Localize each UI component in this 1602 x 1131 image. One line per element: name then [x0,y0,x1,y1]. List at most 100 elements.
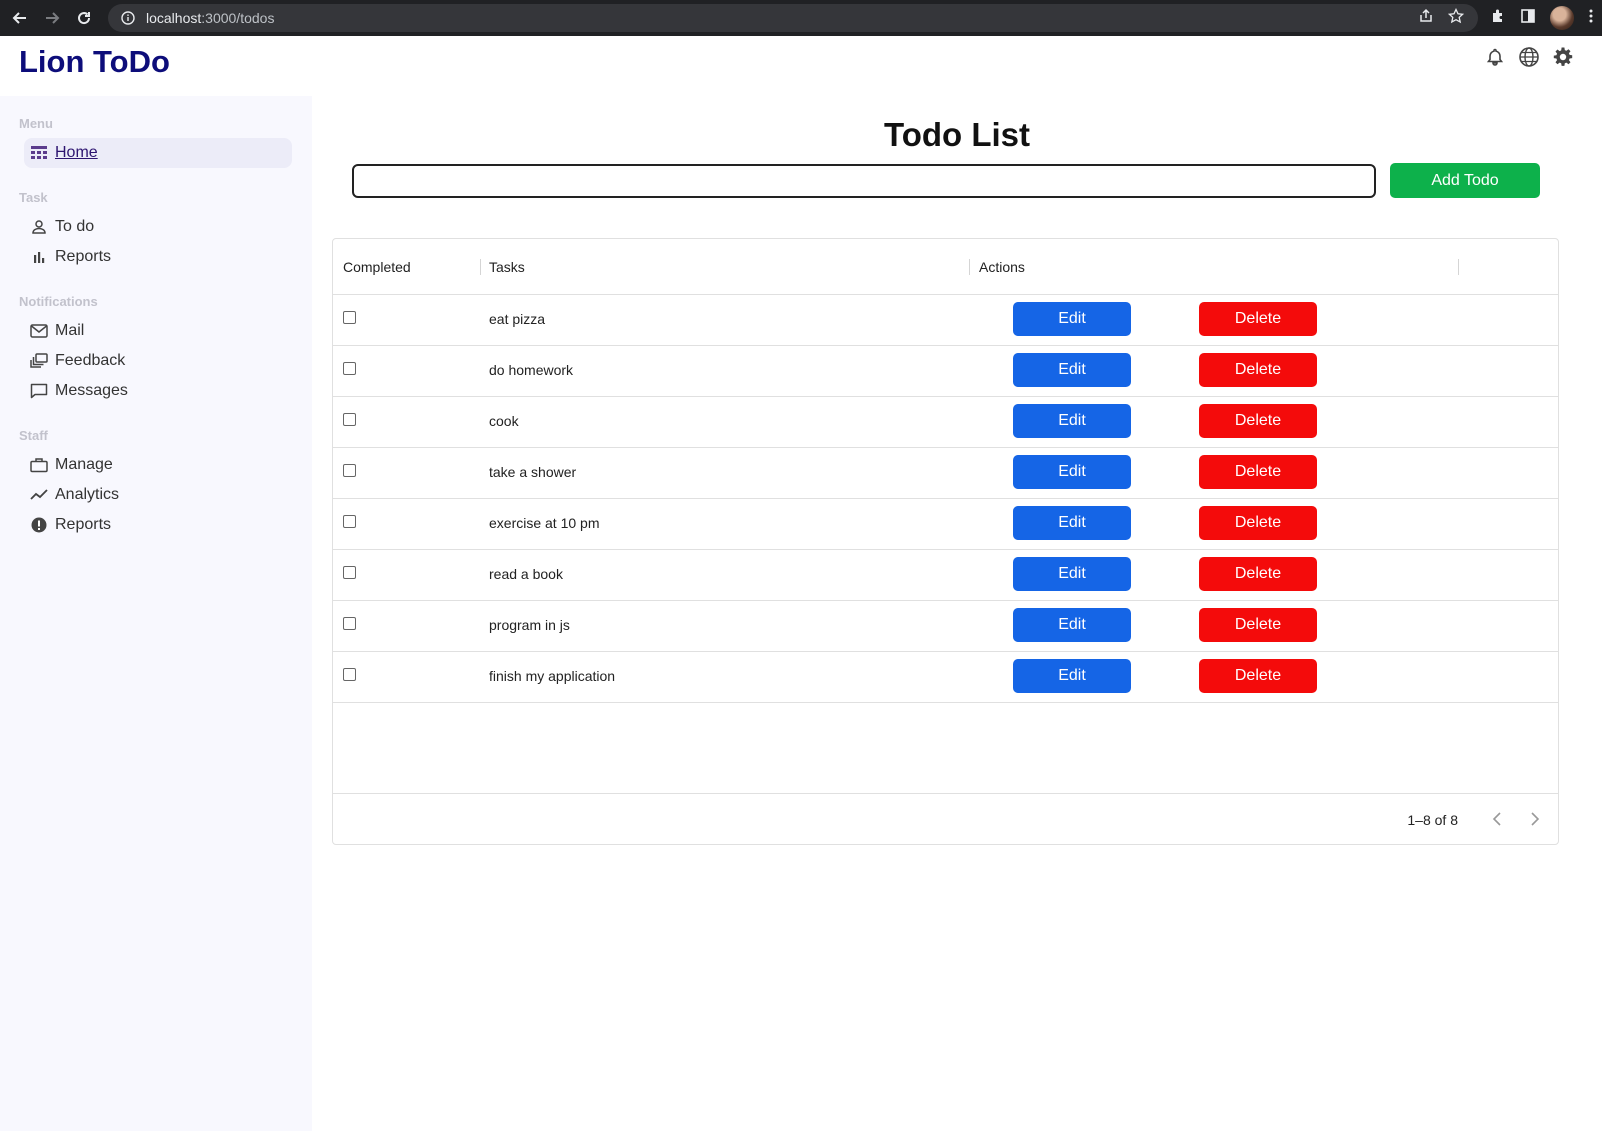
completed-checkbox[interactable] [343,311,356,324]
brand-logo[interactable]: Lion ToDo [19,44,170,80]
alert-icon [30,516,48,534]
gear-icon[interactable] [1552,46,1574,68]
reload-icon[interactable] [68,0,100,36]
main-content: Todo List Add Todo Completed Tasks Actio… [312,96,1602,1131]
chevron-left-icon[interactable] [1486,808,1508,830]
page-title: Todo List [883,116,1031,153]
todo-table: Completed Tasks Actions eat pizza Edit D… [332,238,1559,845]
edit-button[interactable]: Edit [1013,608,1131,642]
sidebar-item-mail[interactable]: Mail [24,316,292,346]
sidebar-item-label: To do [55,218,95,235]
feedback-icon [30,352,48,370]
sidebar-item-staff-reports[interactable]: Reports [24,510,292,540]
delete-button[interactable]: Delete [1199,455,1317,489]
bell-icon[interactable] [1484,46,1506,68]
edit-button[interactable]: Edit [1013,557,1131,591]
sidebar-item-label: Analytics [55,486,120,503]
sidebar-item-label: Messages [55,382,128,399]
profile-avatar[interactable] [1550,6,1574,30]
pagination-text: 1–8 of 8 [1407,812,1458,828]
completed-checkbox[interactable] [343,362,356,375]
table-row: eat pizza Edit Delete [333,295,1558,346]
table-row: do homework Edit Delete [333,346,1558,397]
edit-button[interactable]: Edit [1013,302,1131,336]
column-header-tasks[interactable]: Tasks [489,259,525,275]
column-separator[interactable] [1458,259,1459,275]
task-text: cook [489,413,519,429]
table-row: program in js Edit Delete [333,601,1558,652]
table-footer: 1–8 of 8 [333,793,1558,845]
table-header: Completed Tasks Actions [333,239,1558,295]
info-icon[interactable] [120,10,136,26]
table-row: cook Edit Delete [333,397,1558,448]
share-icon[interactable] [1418,8,1434,29]
browser-toolbar: localhost:3000/todos [0,0,1602,36]
sidebar-item-feedback[interactable]: Feedback [24,346,292,376]
completed-checkbox[interactable] [343,566,356,579]
forward-icon[interactable] [36,0,68,36]
delete-button[interactable]: Delete [1199,404,1317,438]
delete-button[interactable]: Delete [1199,659,1317,693]
chevron-right-icon[interactable] [1524,808,1546,830]
dashboard-icon [30,144,48,162]
sidebar-section-task: Task [19,190,48,205]
completed-checkbox[interactable] [343,464,356,477]
edit-button[interactable]: Edit [1013,455,1131,489]
sidebar-item-reports[interactable]: Reports [24,242,292,272]
sidebar-section-menu: Menu [19,116,53,131]
add-todo-button[interactable]: Add Todo [1390,163,1540,198]
sidebar-item-label: Reports [55,248,112,265]
completed-checkbox[interactable] [343,617,356,630]
back-icon[interactable] [4,0,36,36]
edit-button[interactable]: Edit [1013,659,1131,693]
table-row: read a book Edit Delete [333,550,1558,601]
task-text: eat pizza [489,311,546,327]
completed-checkbox[interactable] [343,668,356,681]
table-row: take a shower Edit Delete [333,448,1558,499]
briefcase-icon [30,456,48,474]
completed-checkbox[interactable] [343,413,356,426]
globe-icon[interactable] [1518,46,1540,68]
task-text: finish my application [489,668,616,684]
delete-button[interactable]: Delete [1199,353,1317,387]
sidebar-item-messages[interactable]: Messages [24,376,292,406]
url-text: localhost:3000/todos [146,10,275,26]
sidebar-item-label: Mail [55,322,85,339]
bookmark-star-icon[interactable] [1447,7,1465,29]
task-text: program in js [489,617,570,633]
extensions-icon[interactable] [1490,8,1506,29]
delete-button[interactable]: Delete [1199,608,1317,642]
column-header-completed[interactable]: Completed [343,259,411,275]
trend-icon [30,486,48,504]
column-header-actions[interactable]: Actions [979,259,1025,275]
sidebar-section-notifications: Notifications [19,294,98,309]
completed-checkbox[interactable] [343,515,356,528]
sidebar-item-label: Reports [55,516,112,533]
sidebar-item-analytics[interactable]: Analytics [24,480,292,510]
bar-chart-icon [30,248,48,266]
address-bar[interactable]: localhost:3000/todos [108,4,1478,32]
edit-button[interactable]: Edit [1013,506,1131,540]
column-separator[interactable] [480,259,481,275]
sidebar-item-label: Manage [55,456,113,473]
task-text: take a shower [489,464,577,480]
sidebar-item-label: Feedback [55,352,126,369]
delete-button[interactable]: Delete [1199,557,1317,591]
delete-button[interactable]: Delete [1199,302,1317,336]
column-separator[interactable] [969,259,970,275]
sidebar-item-label: Home [55,144,98,161]
sidebar-item-home[interactable]: Home [24,138,292,168]
more-menu-icon[interactable] [1588,8,1594,29]
delete-button[interactable]: Delete [1199,506,1317,540]
mail-icon [30,322,48,340]
edit-button[interactable]: Edit [1013,404,1131,438]
table-row: exercise at 10 pm Edit Delete [333,499,1558,550]
sidebar-item-manage[interactable]: Manage [24,450,292,480]
sidebar-section-staff: Staff [19,428,48,443]
chat-icon [30,382,48,400]
side-panel-icon[interactable] [1520,8,1536,29]
sidebar-item-todo[interactable]: To do [24,212,292,242]
edit-button[interactable]: Edit [1013,353,1131,387]
person-icon [30,218,48,236]
todo-input[interactable] [352,164,1376,198]
